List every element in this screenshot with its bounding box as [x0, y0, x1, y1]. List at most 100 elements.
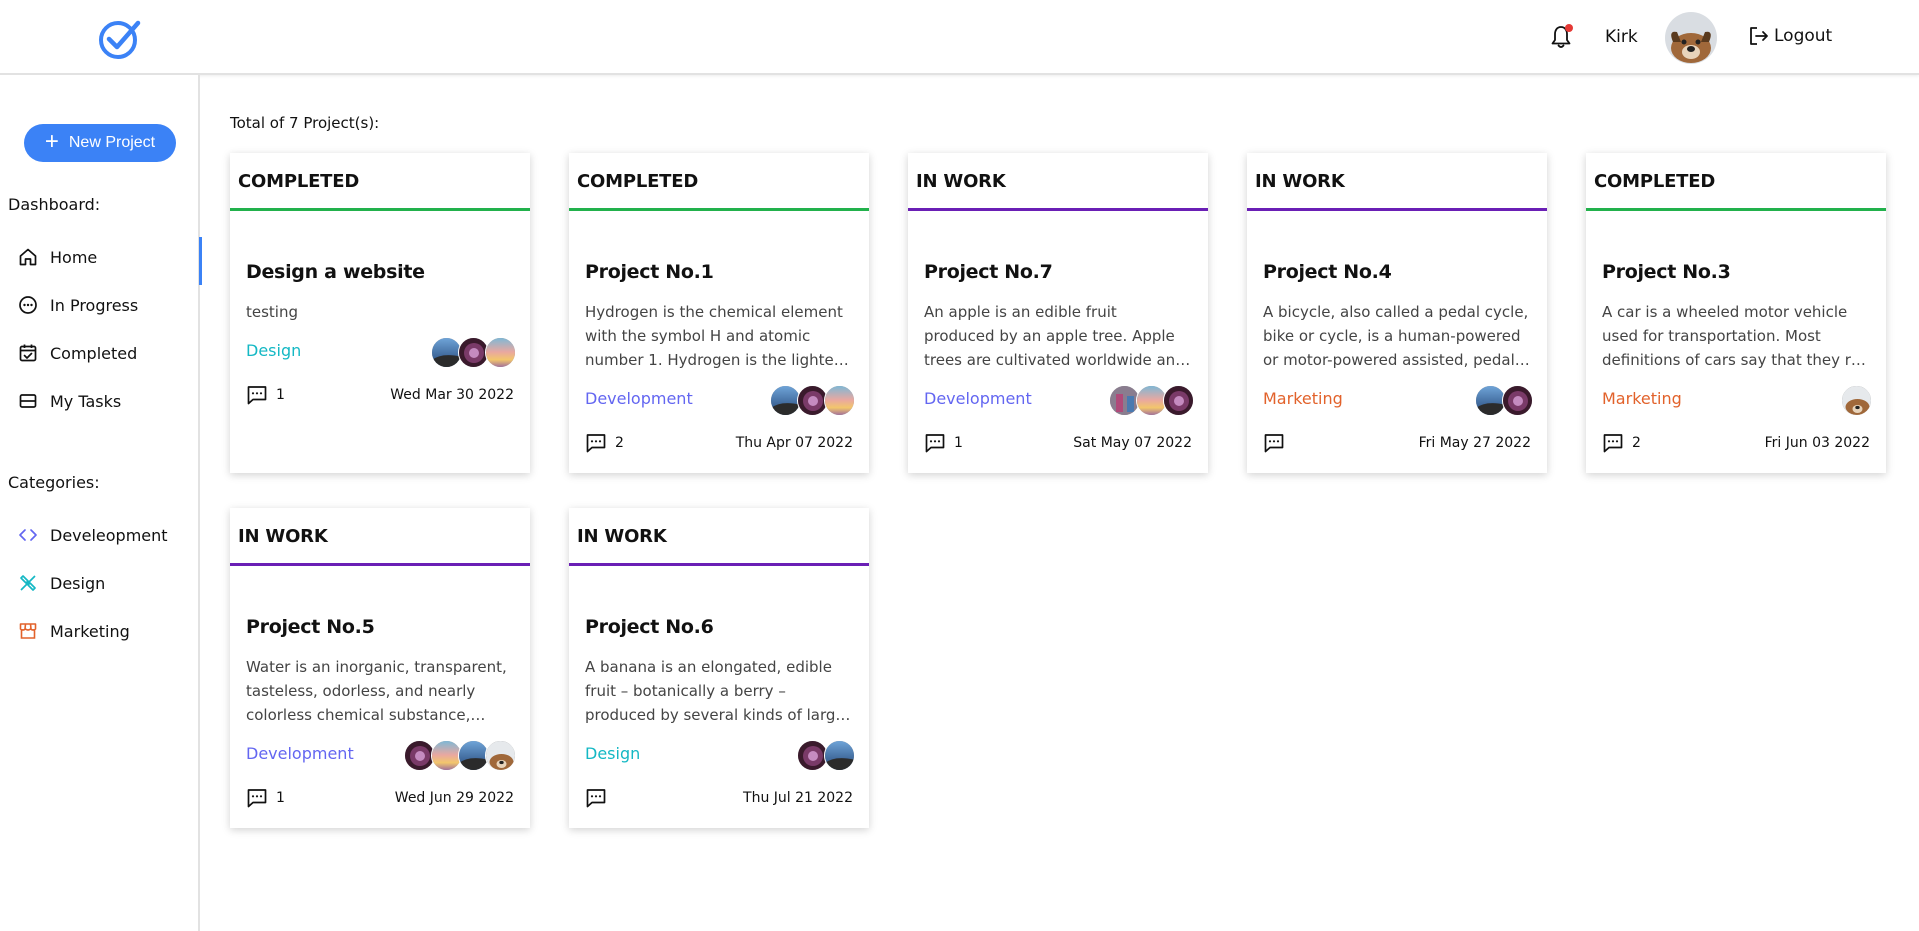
member-avatars: [797, 740, 855, 771]
notification-dot: [1565, 24, 1573, 32]
logout-label: Logout: [1774, 26, 1833, 46]
project-status: IN WORK: [1255, 171, 1345, 192]
check-circle-icon[interactable]: [98, 16, 142, 60]
member-avatar[interactable]: [485, 740, 516, 771]
status-bar: [569, 563, 869, 566]
sidebar-item-design[interactable]: Design: [0, 563, 200, 603]
project-description: A car is a wheeled motor vehicle used fo…: [1602, 303, 1870, 369]
project-date: Wed Mar 30 2022: [390, 387, 514, 403]
member-avatars: [404, 740, 516, 771]
sidebar-item-label: In Progress: [50, 295, 139, 315]
project-card[interactable]: COMPLETED Project No.1 Hydrogen is the che…: [569, 153, 869, 473]
comments-button[interactable]: 2: [1602, 432, 1641, 454]
store-icon: [19, 623, 37, 639]
project-description: testing: [246, 303, 299, 321]
project-status: IN WORK: [238, 526, 328, 547]
sidebar-item-marketing[interactable]: Marketing: [0, 611, 200, 651]
sidebar-item-label: My Tasks: [50, 391, 122, 411]
home-icon: [19, 248, 37, 266]
comment-icon: [247, 386, 267, 405]
comment-count: 1: [276, 387, 285, 403]
member-avatar[interactable]: [1841, 385, 1872, 416]
comment-icon: [925, 434, 945, 453]
project-date: Sat May 07 2022: [1073, 435, 1192, 451]
status-bar: [908, 208, 1208, 211]
sidebar-item-completed[interactable]: Completed: [0, 333, 200, 373]
project-description: An apple is an edible fruit produced by …: [924, 303, 1185, 369]
sidebar-item-my-tasks[interactable]: My Tasks: [0, 381, 200, 421]
total-projects-label: Total of 7 Project(s):: [230, 114, 380, 132]
project-title[interactable]: Project No.5: [246, 616, 375, 638]
member-avatars: [770, 385, 855, 416]
sidebar: + New Project Dashboard: Home In Progres…: [0, 75, 202, 931]
comment-icon: [1603, 434, 1623, 453]
comments-button[interactable]: 1: [924, 432, 963, 454]
project-date: Fri May 27 2022: [1418, 435, 1531, 451]
code-icon: [19, 529, 37, 541]
project-category[interactable]: Development: [924, 389, 1032, 408]
comment-icon: [1264, 434, 1284, 453]
project-title[interactable]: Project No.4: [1263, 261, 1392, 283]
new-project-button[interactable]: + New Project: [24, 124, 176, 162]
project-title[interactable]: Project No.7: [924, 261, 1053, 283]
project-card[interactable]: COMPLETED Project No.3 A car is a wheeled …: [1586, 153, 1886, 473]
top-header: Kirk Logout: [0, 0, 1919, 75]
categories-section-label: Categories:: [8, 473, 100, 492]
project-category[interactable]: Marketing: [1263, 389, 1343, 408]
project-date: Fri Jun 03 2022: [1764, 435, 1870, 451]
logout-button[interactable]: Logout: [1748, 25, 1832, 47]
sidebar-item-development[interactable]: Develeopment: [0, 515, 200, 555]
status-bar: [230, 208, 530, 211]
plus-icon: +: [44, 128, 59, 155]
project-title[interactable]: Project No.6: [585, 616, 714, 638]
member-avatar[interactable]: [485, 337, 516, 368]
comments-button[interactable]: 2: [585, 432, 624, 454]
project-category[interactable]: Design: [585, 744, 640, 763]
project-card[interactable]: IN WORK Project No.4 A bicycle, also calle…: [1247, 153, 1547, 473]
sidebar-item-label: Design: [50, 573, 106, 593]
sidebar-item-label: Completed: [50, 343, 138, 363]
sidebar-item-in-progress[interactable]: In Progress: [0, 285, 200, 325]
project-card[interactable]: IN WORK Project No.6 A banana is an elonga…: [569, 508, 869, 828]
project-card[interactable]: COMPLETED Design a website testing Design 1 W…: [230, 153, 530, 473]
project-status: COMPLETED: [238, 171, 360, 192]
project-category[interactable]: Marketing: [1602, 389, 1682, 408]
status-bar: [230, 563, 530, 566]
sidebar-item-label: Home: [50, 247, 98, 267]
project-card[interactable]: IN WORK Project No.7 An apple is an edible…: [908, 153, 1208, 473]
project-category[interactable]: Development: [246, 744, 354, 763]
project-title[interactable]: Project No.1: [585, 261, 714, 283]
project-description: Water is an inorganic, transparent, tast…: [246, 658, 507, 724]
member-avatar[interactable]: [824, 740, 855, 771]
user-name: Kirk: [1605, 27, 1638, 47]
sidebar-item-label: Develeopment: [50, 525, 168, 545]
project-description: Hydrogen is the chemical element with th…: [585, 303, 848, 369]
new-project-label: New Project: [68, 134, 156, 151]
member-avatar[interactable]: [824, 385, 855, 416]
comment-icon: [247, 789, 267, 808]
user-avatar[interactable]: [1665, 12, 1717, 64]
project-title[interactable]: Project No.3: [1602, 261, 1731, 283]
project-category[interactable]: Design: [246, 341, 301, 360]
project-title[interactable]: Design a website: [246, 261, 425, 283]
comment-count: 2: [615, 435, 624, 451]
project-status: COMPLETED: [1594, 171, 1716, 192]
status-bar: [569, 208, 869, 211]
comments-button[interactable]: 1: [246, 787, 285, 809]
sidebar-item-label: Marketing: [50, 621, 130, 641]
project-date: Wed Jun 29 2022: [394, 790, 514, 806]
comments-button[interactable]: [1263, 432, 1293, 454]
sidebar-item-home[interactable]: Home: [0, 237, 202, 285]
project-category[interactable]: Development: [585, 389, 693, 408]
comments-button[interactable]: 1: [246, 384, 285, 406]
member-avatars: [431, 337, 516, 368]
dog-avatar-icon: [1665, 12, 1717, 64]
design-tools-icon: [20, 575, 36, 591]
project-card[interactable]: IN WORK Project No.5 Water is an inorganic…: [230, 508, 530, 828]
comment-count: 1: [954, 435, 963, 451]
project-description: A bicycle, also called a pedal cycle, bi…: [1263, 303, 1529, 369]
member-avatar[interactable]: [1163, 385, 1194, 416]
comments-button[interactable]: [585, 787, 615, 809]
project-status: COMPLETED: [577, 171, 699, 192]
member-avatar[interactable]: [1502, 385, 1533, 416]
